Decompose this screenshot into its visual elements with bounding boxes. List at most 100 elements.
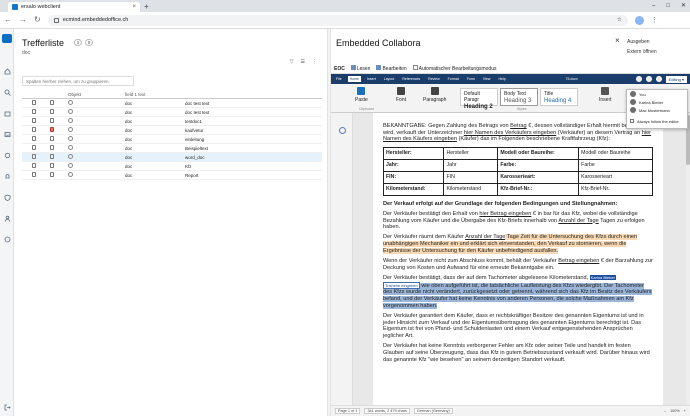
read-mode-button[interactable]: Lesen xyxy=(350,65,370,72)
zoom-level[interactable]: 100% xyxy=(670,409,680,413)
app-logo[interactable] xyxy=(2,34,12,43)
table-cell[interactable]: Kilometerstand xyxy=(443,182,499,196)
paste-button[interactable]: Paste xyxy=(355,87,368,103)
menu-view[interactable]: View xyxy=(481,76,493,82)
style-item[interactable]: Body Text Heading 3 xyxy=(500,88,538,106)
close-window-icon[interactable]: ✕ xyxy=(681,1,686,11)
menu-layout[interactable]: Layout xyxy=(382,76,397,82)
user-avatar[interactable] xyxy=(635,76,642,82)
popup-user[interactable]: You xyxy=(627,90,687,98)
document-scrollbar[interactable] xyxy=(686,113,690,405)
table-cell[interactable]: Karosserieart xyxy=(578,170,653,184)
lock-status-icon xyxy=(68,154,73,159)
auto-edit-toggle[interactable]: Automatischer Bearbeitungsmodus xyxy=(412,65,496,72)
editing-dropdown[interactable]: Editing ▾ xyxy=(665,75,687,83)
inbox-icon[interactable] xyxy=(3,131,11,138)
table-row[interactable]: doc Beispieltext xyxy=(22,144,322,153)
star-icon[interactable]: ☆ xyxy=(617,17,622,23)
popup-user[interactable]: Max Mustermann xyxy=(627,106,687,114)
settings-icon[interactable] xyxy=(3,152,11,159)
table-cell[interactable]: FIN: xyxy=(382,170,445,184)
address-bar[interactable]: ecmind.embeddedoffice.ch ☆ xyxy=(47,14,628,26)
search-icon[interactable] xyxy=(3,89,11,96)
checkbox[interactable] xyxy=(630,119,634,123)
user-icon[interactable] xyxy=(3,215,11,222)
filter-icon[interactable]: ▽ xyxy=(290,59,294,65)
table-cell[interactable]: Farbe: xyxy=(497,158,580,172)
document-name: 75.docx xyxy=(565,77,578,81)
menu-help[interactable]: Help xyxy=(496,76,507,82)
cell-field: doc test text xyxy=(185,109,210,115)
more-icon[interactable]: ⋮ xyxy=(312,59,317,65)
menu-references[interactable]: References xyxy=(400,76,422,82)
bell-icon[interactable] xyxy=(3,173,11,180)
close-icon[interactable]: × xyxy=(615,36,620,45)
tab-close-icon[interactable]: × xyxy=(132,4,136,10)
style-item[interactable]: Default Paragr Heading 2 xyxy=(460,88,498,110)
table-cell[interactable]: Modell oder Baureihe: xyxy=(497,146,580,160)
font-button[interactable]: Font xyxy=(396,87,406,103)
menu-form[interactable]: Form xyxy=(465,76,477,82)
browser-tab[interactable]: ersalo webclient × xyxy=(8,2,140,12)
minimize-icon[interactable]: – xyxy=(652,1,655,11)
col-header-field[interactable]: field 1 text xyxy=(125,92,185,97)
table-cell[interactable]: Jahr: xyxy=(382,158,445,172)
document-page[interactable]: BEKANNTGABE: Gegen Zahlung des Betrags v… xyxy=(373,113,663,405)
insert-button[interactable]: Insert xyxy=(599,87,612,103)
help-icon[interactable] xyxy=(3,236,11,243)
profile-avatar[interactable] xyxy=(634,15,644,25)
menu-format[interactable]: Format xyxy=(446,76,461,82)
table-row[interactable]: doc testdoc1 xyxy=(22,117,322,126)
logout-icon[interactable] xyxy=(3,404,11,411)
zoom-in-icon[interactable]: + xyxy=(684,409,686,413)
table-cell[interactable]: Modell oder Baureihe xyxy=(578,146,653,160)
browser-menu-icon[interactable]: ⋮ xyxy=(651,16,658,24)
zoom-out-icon[interactable]: – xyxy=(664,409,666,413)
table-cell[interactable]: Jahr xyxy=(443,158,499,172)
cell-objekt: doc xyxy=(125,145,133,151)
table-row[interactable]: doc einleitung xyxy=(22,135,322,144)
table-row[interactable]: doc doc test text xyxy=(22,99,322,108)
document-viewport[interactable]: BEKANNTGABE: Gegen Zahlung des Betrags v… xyxy=(353,113,686,405)
table-cell[interactable]: Karosserieart: xyxy=(497,170,580,184)
table-row[interactable]: doc Report xyxy=(22,171,322,180)
table-cell[interactable]: Farbe xyxy=(578,158,653,172)
back-icon[interactable]: ← xyxy=(4,16,12,24)
user-avatar[interactable] xyxy=(655,76,662,82)
open-external-button[interactable]: Extern öffnen xyxy=(627,49,657,55)
table-row[interactable]: doc kaufvetur xyxy=(22,126,322,135)
table-cell[interactable]: FIN xyxy=(443,170,499,184)
folder-icon[interactable] xyxy=(3,110,11,117)
maximize-icon[interactable]: □ xyxy=(666,1,670,11)
table-row[interactable]: doc doc test text xyxy=(22,108,322,117)
new-tab-button[interactable]: + xyxy=(144,2,149,11)
style-item[interactable]: Title Heading 4 xyxy=(540,88,578,106)
table-cell[interactable]: Hersteller: xyxy=(382,146,445,160)
paragraph-button[interactable]: Paragraph xyxy=(423,87,446,103)
follow-editor-option[interactable]: Always follow the editor xyxy=(627,117,687,125)
col-header-objekt[interactable]: Objekt xyxy=(68,92,125,97)
table-cell[interactable]: Kilometerstand: xyxy=(382,182,445,196)
navigator-icon[interactable] xyxy=(339,127,346,134)
user-avatar[interactable] xyxy=(645,76,652,82)
count-badge: 1 xyxy=(74,39,82,46)
table-cell[interactable]: Hersteller xyxy=(443,146,499,160)
table-cell[interactable]: Kfz-Brief-Nr.: xyxy=(497,182,580,196)
forward-icon[interactable]: → xyxy=(19,16,27,24)
table-cell[interactable]: Kfz-Brief-Nr. xyxy=(578,182,653,196)
edit-mode-button[interactable]: Bearbeiten xyxy=(376,65,407,72)
table-row[interactable]: doc Kfz xyxy=(22,162,322,171)
language-status[interactable]: German (Germany) xyxy=(413,408,453,414)
group-by-area[interactable]: Spalten hierher ziehen, um zu gruppieren… xyxy=(22,76,134,86)
table-row[interactable]: doc word_doc xyxy=(22,153,322,162)
menu-home[interactable]: Home xyxy=(347,76,361,82)
menu-insert[interactable]: Insert xyxy=(365,76,378,82)
list-icon[interactable]: ☰ xyxy=(301,59,305,65)
menu-review[interactable]: Review xyxy=(426,76,441,82)
popup-user[interactable]: Karina Bieber xyxy=(627,98,687,106)
fold-button[interactable]: Ausgeben xyxy=(627,39,650,45)
menu-file[interactable]: File xyxy=(334,76,344,82)
home-icon[interactable] xyxy=(3,68,11,75)
shield-icon[interactable] xyxy=(3,194,11,201)
reload-icon[interactable]: ↻ xyxy=(34,16,41,24)
